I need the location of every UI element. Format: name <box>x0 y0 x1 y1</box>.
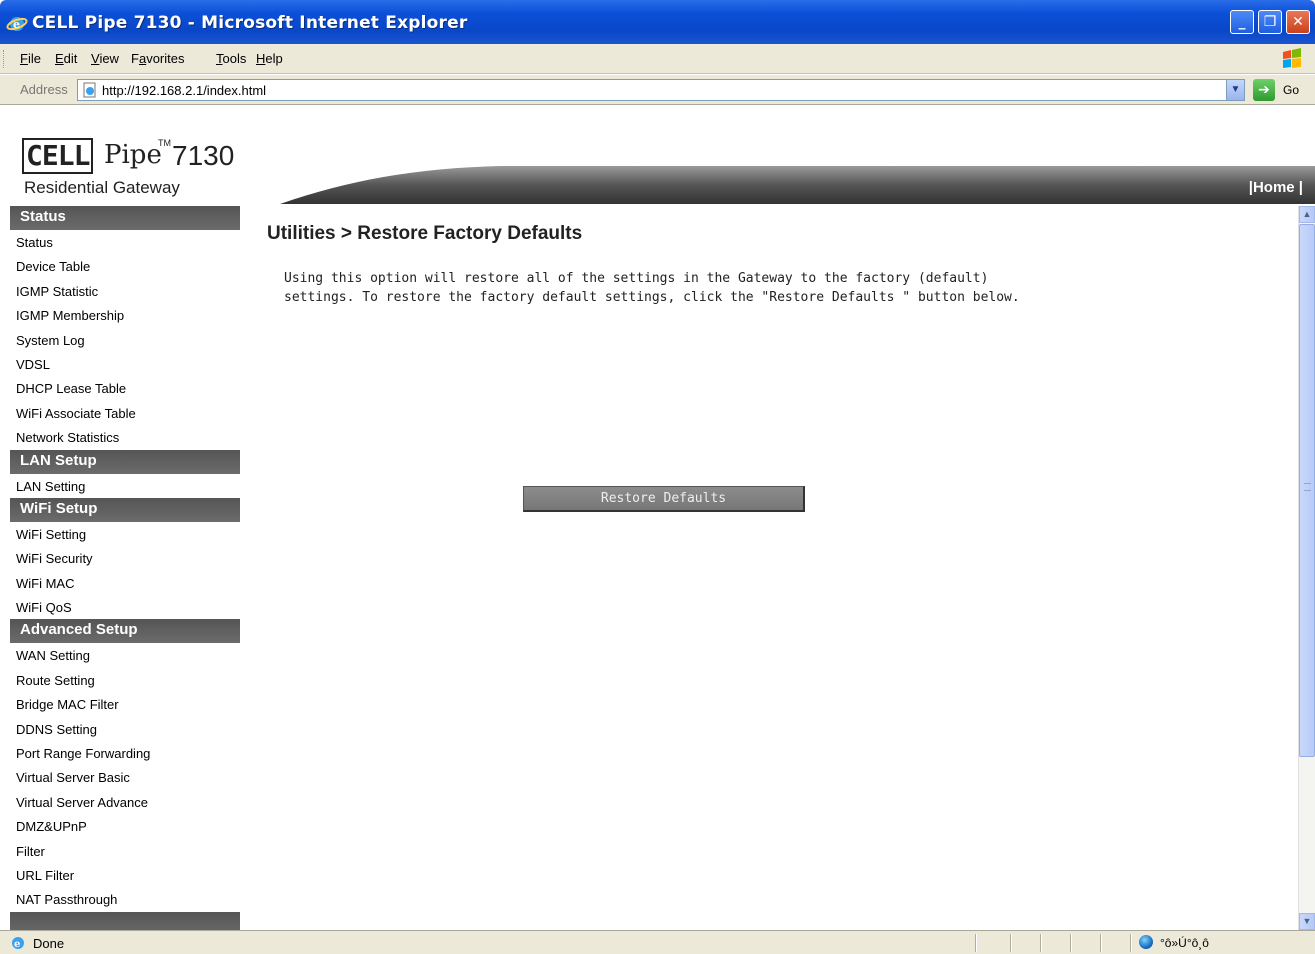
status-divider <box>1130 934 1132 952</box>
address-bar: Address http://192.168.2.1/index.html ▼ … <box>0 75 1315 105</box>
internet-zone-icon <box>1139 935 1153 949</box>
go-label[interactable]: Go <box>1283 83 1299 97</box>
address-label: Address <box>20 82 68 97</box>
sidebar-item-system-log[interactable]: System Log <box>10 328 240 352</box>
ie-page-icon: e <box>12 937 24 950</box>
sidebar-item-lan-setting[interactable]: LAN Setting <box>10 474 240 498</box>
sidebar-item-virtual-server-basic[interactable]: Virtual Server Basic <box>10 765 240 789</box>
scroll-up-button[interactable]: ▲ <box>1299 206 1315 223</box>
address-dropdown-button[interactable]: ▼ <box>1226 80 1244 100</box>
sidebar-nav: Status Status Device Table IGMP Statistic IG… <box>10 206 240 930</box>
restore-button[interactable]: ❐ <box>1258 10 1282 34</box>
sidebar-item-igmp-membership[interactable]: IGMP Membership <box>10 303 240 327</box>
logo-pipe: Pipe <box>104 140 162 170</box>
page-title: Utilities > Restore Factory Defaults <box>267 223 583 244</box>
sidebar-item-wifi-setting[interactable]: WiFi Setting <box>10 522 240 546</box>
sidebar-item-virtual-server-advance[interactable]: Virtual Server Advance <box>10 790 240 814</box>
sidebar-item-nat-passthrough[interactable]: NAT Passthrough <box>10 887 240 911</box>
page-content: CELL Pipe TM 7130 Residential Gateway |H… <box>0 106 1315 930</box>
sidebar-item-bridge-mac-filter[interactable]: Bridge MAC Filter <box>10 692 240 716</box>
sidebar-section-wifi-setup: WiFi Setup <box>10 497 240 522</box>
toolbar-grip[interactable] <box>3 50 6 68</box>
sidebar-item-wifi-qos[interactable]: WiFi QoS <box>10 595 240 619</box>
home-link[interactable]: |Home | <box>1249 179 1303 196</box>
logo-subtitle: Residential Gateway <box>24 178 180 197</box>
arrow-right-icon: ➔ <box>1258 82 1270 98</box>
sidebar-item-network-statistics[interactable]: Network Statistics <box>10 425 240 449</box>
window-title: CELL Pipe 7130 - Microsoft Internet Expl… <box>32 13 468 33</box>
sidebar-section-advanced-setup: Advanced Setup <box>10 619 240 644</box>
svg-text:e: e <box>13 18 20 31</box>
minimize-icon: _ <box>1238 14 1246 30</box>
scroll-thumb[interactable] <box>1299 224 1315 757</box>
menu-help[interactable]: Help <box>256 51 283 66</box>
status-divider <box>1100 934 1102 952</box>
logo-tm: TM <box>158 138 171 148</box>
restore-window-icon: ❐ <box>1263 14 1277 30</box>
restore-defaults-button[interactable]: Restore Defaults <box>523 486 805 512</box>
sidebar-section-lan-setup: LAN Setup <box>10 449 240 474</box>
sidebar-item-wifi-security[interactable]: WiFi Security <box>10 546 240 570</box>
sidebar-item-dhcp-lease-table[interactable]: DHCP Lease Table <box>10 376 240 400</box>
status-divider <box>1070 934 1072 952</box>
sidebar-item-dmz-upnp[interactable]: DMZ&UPnP <box>10 814 240 838</box>
chevron-down-icon: ▼ <box>1302 916 1312 926</box>
sidebar-section-section <box>10 911 240 930</box>
sidebar-item-status[interactable]: Status <box>10 230 240 254</box>
status-divider <box>1040 934 1042 952</box>
menu-view[interactable]: View <box>91 51 119 66</box>
sidebar-item-wan-setting[interactable]: WAN Setting <box>10 643 240 667</box>
status-divider <box>975 934 977 952</box>
status-divider <box>1010 934 1012 952</box>
security-zone-text: °ô»Ú°ô¸ô <box>1160 936 1209 950</box>
sidebar-item-wifi-associate-table[interactable]: WiFi Associate Table <box>10 401 240 425</box>
vertical-scrollbar[interactable]: ▲ ▼ <box>1298 206 1315 930</box>
close-icon: ✕ <box>1292 14 1304 30</box>
scroll-down-button[interactable]: ▼ <box>1299 913 1315 930</box>
page-description: Using this option will restore all of th… <box>284 271 1020 305</box>
sidebar-item-filter[interactable]: Filter <box>10 839 240 863</box>
internet-explorer-icon: e <box>6 17 28 31</box>
go-button[interactable]: ➔ <box>1253 79 1275 101</box>
menu-favorites[interactable]: Favorites <box>131 51 184 66</box>
svg-text:e: e <box>14 939 20 950</box>
sidebar-section-status: Status <box>10 206 240 230</box>
sidebar-item-vdsl[interactable]: VDSL <box>10 352 240 376</box>
sidebar-item-url-filter[interactable]: URL Filter <box>10 863 240 887</box>
windows-logo-icon <box>1283 48 1301 68</box>
menu-file[interactable]: File <box>20 51 41 66</box>
address-input[interactable]: http://192.168.2.1/index.html ▼ <box>77 79 1245 101</box>
address-url: http://192.168.2.1/index.html <box>102 83 267 98</box>
chevron-up-icon: ▲ <box>1302 209 1312 219</box>
header-band <box>240 166 1315 204</box>
chevron-down-icon: ▼ <box>1230 84 1241 95</box>
sidebar-item-device-table[interactable]: Device Table <box>10 254 240 278</box>
page-icon <box>83 82 96 98</box>
menu-edit[interactable]: Edit <box>55 51 77 66</box>
sidebar-item-wifi-mac[interactable]: WiFi MAC <box>10 571 240 595</box>
scroll-grip-icon <box>1304 483 1311 491</box>
sidebar-item-route-setting[interactable]: Route Setting <box>10 668 240 692</box>
logo-cell: CELL <box>22 138 94 174</box>
window-title-bar[interactable]: e CELL Pipe 7130 - Microsoft Internet Ex… <box>0 0 1315 44</box>
close-button[interactable]: ✕ <box>1286 10 1310 34</box>
sidebar-item-port-range-forwarding[interactable]: Port Range Forwarding <box>10 741 240 765</box>
status-bar: e Done °ô»Ú°ô¸ô <box>0 930 1315 954</box>
sidebar-item-ddns-setting[interactable]: DDNS Setting <box>10 717 240 741</box>
menu-tools[interactable]: Tools <box>216 51 246 66</box>
logo-model: 7130 <box>172 140 235 171</box>
menu-bar: File Edit View Favorites Tools Help <box>0 44 1315 74</box>
status-text: Done <box>33 936 65 951</box>
sidebar-item-igmp-statistic[interactable]: IGMP Statistic <box>10 279 240 303</box>
minimize-button[interactable]: _ <box>1230 10 1254 34</box>
